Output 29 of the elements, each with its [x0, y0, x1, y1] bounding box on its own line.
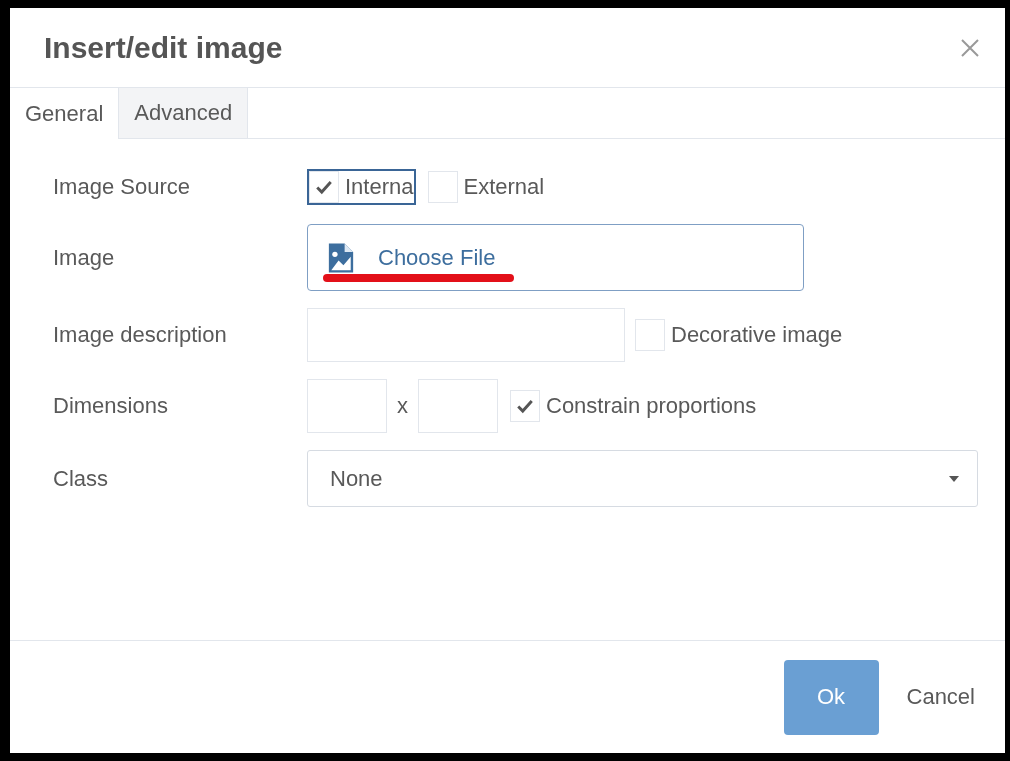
checkbox-label[interactable]: Decorative image — [671, 322, 843, 348]
choose-file-button[interactable]: Choose File — [307, 224, 804, 291]
checkbox[interactable] — [309, 171, 339, 203]
checkbox-label[interactable]: Interna — [345, 174, 414, 200]
dialog-title: Insert/edit image — [44, 30, 283, 65]
tab[interactable]: Advanced — [119, 88, 249, 138]
class-select[interactable]: None — [307, 450, 978, 507]
height-input[interactable] — [418, 379, 498, 433]
checkbox-label[interactable]: External — [463, 174, 545, 200]
checkbox[interactable] — [510, 390, 540, 422]
field-label: Class — [53, 465, 109, 492]
tab[interactable]: General — [10, 88, 120, 139]
field-label: Image Source — [53, 174, 191, 200]
checkbox-label[interactable]: Constrain proportions — [546, 393, 757, 419]
close-icon[interactable] — [960, 37, 980, 58]
dimension-separator: x — [396, 393, 409, 419]
description-input[interactable] — [307, 308, 625, 362]
cancel-button[interactable]: Cancel — [906, 684, 975, 710]
image-file-icon — [326, 240, 356, 275]
field-label: Dimensions — [53, 393, 169, 419]
caret-icon — [949, 475, 959, 482]
focused-option[interactable]: Interna — [307, 169, 416, 205]
checkbox[interactable] — [635, 319, 665, 351]
field-label: Image description — [53, 322, 228, 348]
checkmark-icon — [315, 178, 333, 196]
field-label: Image — [53, 244, 116, 271]
checkbox[interactable] — [427, 171, 458, 203]
checkmark-icon — [516, 397, 534, 415]
width-input[interactable] — [307, 379, 387, 433]
